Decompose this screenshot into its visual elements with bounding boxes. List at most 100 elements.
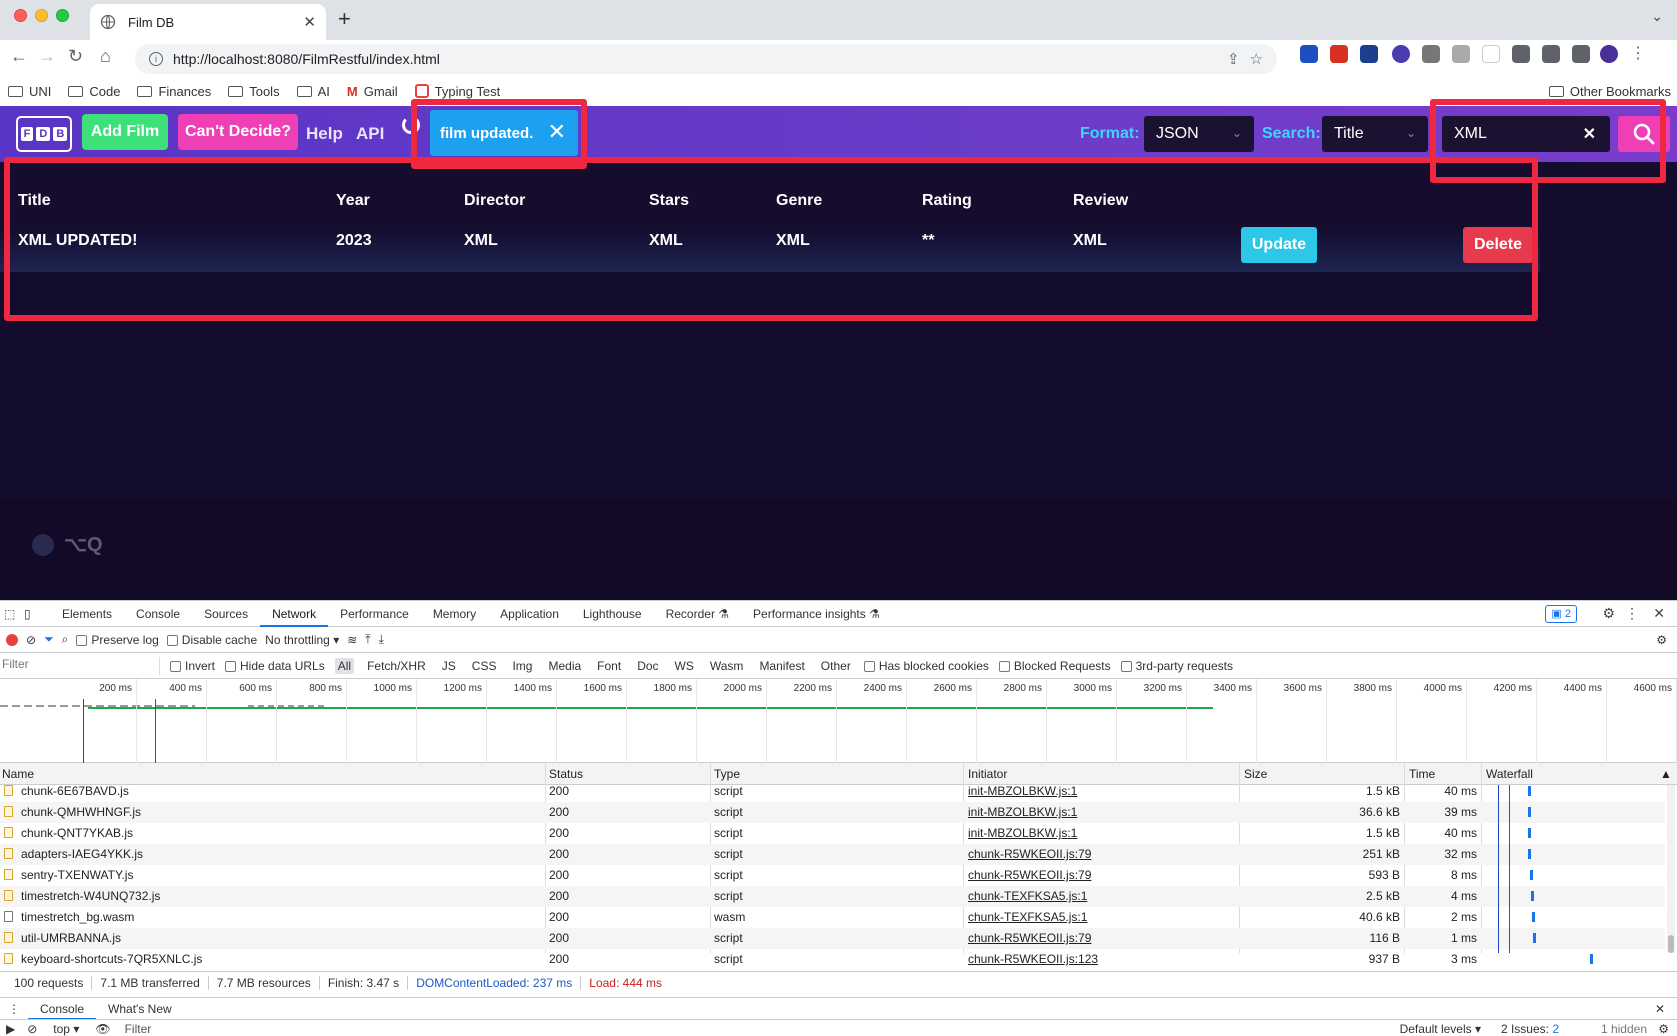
filter-type-font[interactable]: Font	[594, 658, 624, 674]
bookmark-star-icon[interactable]: ☆	[1250, 50, 1263, 68]
col-status[interactable]: Status	[549, 767, 583, 781]
search-icon[interactable]: ⌕	[62, 632, 69, 647]
scrollbar-thumb[interactable]	[1668, 935, 1674, 953]
request-initiator[interactable]: init-MBZOLBKW.js:1	[968, 805, 1077, 819]
extension-7-icon[interactable]	[1482, 45, 1500, 63]
browser-tab[interactable]: Film DB ✕	[90, 4, 326, 40]
has-blocked-cookies-checkbox[interactable]: Has blocked cookies	[863, 659, 989, 673]
tab-recorder[interactable]: Recorder ⚗	[654, 601, 741, 627]
bookmark-tools[interactable]: Tools	[228, 84, 280, 99]
format-select[interactable]: JSON ⌄	[1144, 116, 1254, 152]
tab-performance[interactable]: Performance	[328, 601, 421, 627]
clear-console-icon[interactable]: ⊘	[21, 1022, 43, 1036]
tab-performance-insights[interactable]: Performance insights ⚗	[741, 601, 892, 627]
request-initiator[interactable]: chunk-R5WKEOII.js:79	[968, 868, 1091, 882]
table-row[interactable]: util-UMRBANNA.js 200 script chunk-R5WKEOII.…	[0, 928, 1665, 949]
back-arrow-icon[interactable]: ←	[10, 46, 28, 67]
tab-memory[interactable]: Memory	[421, 601, 488, 627]
table-row[interactable]: chunk-QNT7YKAB.js 200 script init-MBZOLBKW.…	[0, 823, 1665, 844]
bookmark-typing-test[interactable]: Typing Test	[414, 84, 500, 99]
request-initiator[interactable]: chunk-TEXFKSA5.js:1	[968, 910, 1087, 924]
table-row[interactable]: adapters-IAEG4YKK.js 200 script chunk-R5WKE…	[0, 844, 1665, 865]
other-bookmarks[interactable]: Other Bookmarks	[1548, 76, 1671, 106]
filter-type-js[interactable]: JS	[439, 658, 459, 674]
update-button[interactable]: Update	[1241, 227, 1317, 263]
tab-lighthouse[interactable]: Lighthouse	[571, 601, 654, 627]
close-devtools-icon[interactable]: ✕	[1653, 605, 1665, 622]
tab-application[interactable]: Application	[488, 601, 571, 627]
console-settings-gear-icon[interactable]: ⚙	[1658, 1022, 1669, 1036]
extension-6-icon[interactable]	[1452, 45, 1470, 63]
filter-type-other[interactable]: Other	[818, 658, 854, 674]
default-levels-select[interactable]: Default levels ▾	[1400, 1022, 1481, 1036]
table-row[interactable]: chunk-QMHWHNGF.js 200 script init-MBZOLBKW.…	[0, 802, 1665, 823]
site-info-icon[interactable]: i	[149, 52, 163, 66]
clear-search-icon[interactable]: ✕	[1583, 124, 1596, 144]
close-tab-icon[interactable]: ✕	[303, 13, 316, 31]
add-film-button[interactable]: Add Film	[82, 114, 168, 150]
extension-widget[interactable]: ⌥Q	[32, 532, 103, 557]
profile-avatar[interactable]	[1600, 45, 1618, 63]
col-initiator[interactable]: Initiator	[968, 767, 1007, 781]
address-bar[interactable]: i http://localhost:8080/FilmRestful/inde…	[135, 44, 1277, 74]
browser-menu-icon[interactable]: ⋮	[1630, 45, 1648, 63]
tab-search-chevron-icon[interactable]: ⌄	[1651, 8, 1663, 25]
tab-elements[interactable]: Elements	[50, 601, 124, 627]
table-row[interactable]: sentry-TXENWATY.js 200 script chunk-R5WKEOI…	[0, 865, 1665, 886]
throttling-select[interactable]: No throttling ▾	[265, 633, 339, 647]
search-input[interactable]: XML ✕	[1442, 116, 1610, 152]
console-sidebar-icon[interactable]: ▶	[0, 1022, 21, 1036]
disable-cache-checkbox[interactable]: Disable cache	[166, 633, 257, 647]
forward-arrow-icon[interactable]: →	[38, 46, 56, 67]
sort-ascending-icon[interactable]: ▲	[1660, 767, 1672, 781]
console-filter-input[interactable]: Filter	[117, 1022, 160, 1036]
bookmark-gmail[interactable]: M Gmail	[347, 84, 398, 99]
new-tab-button[interactable]: +	[338, 6, 351, 32]
extension-4-icon[interactable]	[1392, 45, 1410, 63]
close-toast-icon[interactable]: ✕	[548, 121, 566, 143]
network-settings-gear-icon[interactable]: ⚙	[1656, 633, 1667, 647]
minimize-window-button[interactable]	[35, 9, 48, 22]
issues-badge[interactable]: ▣ 2	[1545, 605, 1577, 623]
blocked-requests-checkbox[interactable]: Blocked Requests	[998, 659, 1111, 673]
col-size[interactable]: Size	[1244, 767, 1267, 781]
network-overview-timeline[interactable]: 200 ms 400 ms 600 ms 800 ms 1000 ms 1200 ms 14…	[0, 679, 1677, 763]
import-har-icon[interactable]: ⤒	[365, 632, 370, 647]
filter-type-media[interactable]: Media	[545, 658, 584, 674]
fdb-logo[interactable]: F D B	[16, 116, 72, 152]
live-expression-eye-icon[interactable]: 👁	[89, 1022, 116, 1036]
delete-button[interactable]: Delete	[1463, 227, 1533, 263]
bookmark-finances[interactable]: Finances	[137, 84, 211, 99]
drawer-tab-whats-new[interactable]: What's New	[96, 1002, 184, 1016]
filter-type-css[interactable]: CSS	[469, 658, 500, 674]
search-field-select[interactable]: Title ⌄	[1322, 116, 1428, 152]
devtools-settings-gear-icon[interactable]: ⚙	[1602, 605, 1615, 622]
close-window-button[interactable]	[14, 9, 27, 22]
device-toolbar-icon[interactable]: ▯	[24, 607, 50, 621]
request-initiator[interactable]: init-MBZOLBKW.js:1	[968, 784, 1077, 798]
network-conditions-icon[interactable]: ≋	[347, 633, 357, 647]
zoom-window-button[interactable]	[56, 9, 69, 22]
col-type[interactable]: Type	[714, 767, 740, 781]
devtools-menu-icon[interactable]: ⋮	[1625, 605, 1639, 622]
filter-type-manifest[interactable]: Manifest	[756, 658, 807, 674]
request-initiator[interactable]: chunk-R5WKEOII.js:79	[968, 847, 1091, 861]
request-initiator[interactable]: chunk-TEXFKSA5.js:1	[968, 889, 1087, 903]
api-link[interactable]: API	[356, 124, 384, 144]
filter-input[interactable]: Filter	[0, 656, 160, 675]
export-har-icon[interactable]: ⤓	[379, 632, 384, 647]
clear-icon[interactable]: ⊘	[26, 633, 36, 647]
reload-icon[interactable]: ↻	[68, 46, 83, 67]
issues-counter[interactable]: 2 Issues: 2	[1501, 1022, 1559, 1036]
filter-type-img[interactable]: Img	[509, 658, 535, 674]
filter-funnel-icon[interactable]: ⏷	[44, 632, 54, 647]
table-row[interactable]: timestretch-W4UNQ732.js 200 script chunk-TE…	[0, 886, 1665, 907]
hide-data-urls-checkbox[interactable]: Hide data URLs	[225, 659, 325, 673]
extension-5-icon[interactable]	[1422, 45, 1440, 63]
table-row[interactable]: timestretch_bg.wasm 200 wasm chunk-TEXFKSA5…	[0, 907, 1665, 928]
table-row[interactable]: keyboard-shortcuts-7QR5XNLC.js 200 script c…	[0, 949, 1665, 970]
side-panel-icon[interactable]	[1572, 45, 1590, 63]
extension-2-icon[interactable]	[1330, 45, 1348, 63]
request-initiator[interactable]: init-MBZOLBKW.js:1	[968, 826, 1077, 840]
filter-type-fetch-xhr[interactable]: Fetch/XHR	[364, 658, 429, 674]
